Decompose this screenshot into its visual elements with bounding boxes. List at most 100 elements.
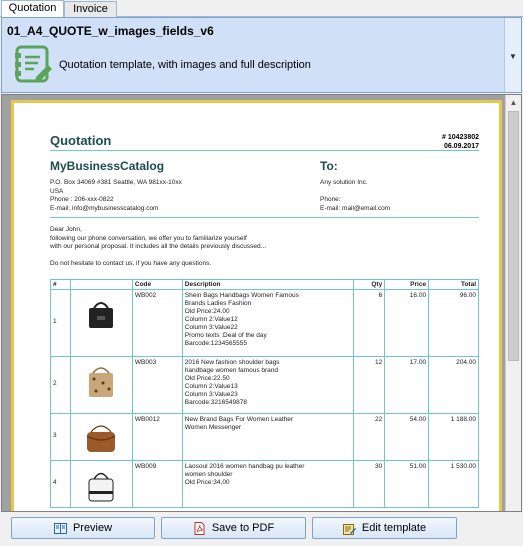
item-desc-line: Brands Ladies Fashion bbox=[184, 300, 252, 307]
save-pdf-button[interactable]: Save to PDF bbox=[161, 517, 306, 539]
item-code: WB002 bbox=[131, 289, 183, 357]
company-name: MyBusinessCatalog bbox=[50, 159, 165, 173]
template-description: Quotation template, with images and full… bbox=[59, 59, 311, 71]
scroll-up-icon[interactable]: ▲ bbox=[506, 95, 521, 110]
handbag-thumbnail bbox=[79, 465, 123, 505]
item-desc-line: Old Price:24.00 bbox=[184, 308, 230, 315]
client-phone: Phone: bbox=[320, 196, 341, 203]
dropdown-arrow-icon: ▼ bbox=[509, 52, 517, 61]
header-description: Description bbox=[181, 279, 355, 290]
company-address: P.O. Box 34069 #381 Seattle, WA 981xx-10… bbox=[50, 179, 182, 186]
item-desc-line: women shoulder bbox=[184, 471, 233, 478]
table-header-row: # Code Description Qty Price Total bbox=[50, 279, 479, 290]
item-desc-line: Barcode:3216549878 bbox=[184, 399, 247, 406]
item-desc-line: Promo texts :Deal of the day bbox=[184, 332, 267, 339]
template-selector[interactable]: 01_A4_QUOTE_w_images_fields_v6 Quotation… bbox=[1, 17, 522, 93]
handbag-thumbnail bbox=[79, 418, 123, 458]
company-email: E-mail: info@mybusinesscatalog.com bbox=[50, 204, 159, 212]
document-preview[interactable]: Quotation # 10423802 06.09.2017 MyBusine… bbox=[1, 94, 522, 512]
company-country: USA bbox=[50, 187, 64, 195]
item-image-cell bbox=[69, 356, 133, 414]
item-desc-line: Old Price:34,00 bbox=[184, 479, 230, 486]
item-desc-line: Laosoul 2016 women handbag pu leather bbox=[184, 463, 305, 470]
item-price: 17.00 bbox=[384, 356, 430, 414]
table-row: 1 WB002 Shein Bags Handbags Women Famous Br… bbox=[50, 289, 479, 357]
item-desc-line: New Brand Bags For Women Leather bbox=[184, 416, 294, 423]
template-name: 01_A4_QUOTE_w_images_fields_v6 bbox=[7, 24, 214, 38]
header-code: Code bbox=[131, 279, 183, 290]
item-desc-line: 2016 New fashion shoulder bags bbox=[184, 359, 280, 366]
save-pdf-label: Save to PDF bbox=[211, 522, 275, 534]
table-row: 3 WB0012 New Brand Bags For Women Leather W… bbox=[50, 413, 479, 461]
item-qty: 30 bbox=[353, 460, 386, 508]
item-qty: 12 bbox=[353, 356, 386, 414]
item-total: 204.00 bbox=[428, 356, 479, 414]
item-desc-line: Old Price:22.50 bbox=[184, 375, 230, 382]
divider bbox=[50, 150, 479, 151]
header-num: # bbox=[50, 279, 71, 290]
item-description: 2016 New fashion shoulder bags handbage w… bbox=[181, 356, 355, 414]
preview-button[interactable]: Preview bbox=[11, 517, 155, 539]
item-description: Laosoul 2016 women handbag pu leather wom… bbox=[181, 460, 355, 508]
edit-template-label: Edit template bbox=[361, 522, 427, 534]
item-total: 1 188.00 bbox=[428, 413, 479, 461]
client-email: E-mail: mail@email.com bbox=[320, 204, 391, 212]
item-qty: 6 bbox=[353, 289, 386, 357]
to-label: To: bbox=[320, 159, 338, 173]
action-bar: Preview Save to PDF Edit template bbox=[0, 512, 523, 546]
header-total: Total bbox=[428, 279, 479, 290]
handbag-thumbnail bbox=[79, 361, 123, 401]
item-image-cell bbox=[69, 413, 133, 461]
edit-template-icon bbox=[342, 522, 356, 535]
item-code: WB003 bbox=[131, 356, 183, 414]
document-title: Quotation bbox=[50, 133, 112, 148]
document-page: Quotation # 10423802 06.09.2017 MyBusine… bbox=[34, 103, 479, 511]
header-image bbox=[69, 279, 133, 290]
item-desc-line: Column 3:Value22 bbox=[184, 324, 238, 331]
preview-icon bbox=[53, 522, 67, 535]
divider bbox=[50, 217, 479, 218]
item-desc-line: Column 2:Value12 bbox=[184, 316, 238, 323]
vertical-scrollbar[interactable]: ▲ bbox=[505, 95, 521, 511]
item-total: 96.00 bbox=[428, 289, 479, 357]
item-description: New Brand Bags For Women Leather Women Me… bbox=[181, 413, 355, 461]
item-num: 3 bbox=[50, 413, 71, 461]
header-price: Price bbox=[384, 279, 430, 290]
item-desc-line: Column 2:Value13 bbox=[184, 383, 238, 390]
greeting: Dear John, bbox=[50, 226, 82, 233]
item-desc-line: Women Messenger bbox=[184, 424, 242, 431]
item-price: 51.00 bbox=[384, 460, 430, 508]
client-name: Any solution Inc. bbox=[320, 179, 368, 186]
item-description: Shein Bags Handbags Women Famous Brands L… bbox=[181, 289, 355, 357]
item-desc-line: Shein Bags Handbags Women Famous bbox=[184, 292, 299, 299]
scroll-thumb[interactable] bbox=[508, 111, 519, 361]
edit-template-button[interactable]: Edit template bbox=[312, 517, 457, 539]
pdf-icon bbox=[193, 521, 206, 535]
tab-bar: Quotation Invoice bbox=[0, 0, 523, 18]
document-number: # 10423802 bbox=[442, 134, 479, 141]
document-number-date: # 10423802 06.09.2017 bbox=[442, 133, 479, 151]
item-desc-line: Barcode:1234565555 bbox=[184, 340, 247, 347]
intro-line-1: following our phone conversation, we off… bbox=[50, 234, 247, 242]
items-body: 1 WB002 Shein Bags Handbags Women Famous Br… bbox=[50, 289, 479, 508]
intro-line-2: with our personal proposal. It includes … bbox=[50, 243, 267, 250]
item-price: 54.00 bbox=[384, 413, 430, 461]
page-frame: Quotation # 10423802 06.09.2017 MyBusine… bbox=[11, 100, 502, 511]
item-image-cell bbox=[69, 289, 133, 357]
closing-text: Do not hesitate to contact us, if you ha… bbox=[50, 260, 212, 267]
item-num: 1 bbox=[50, 289, 71, 357]
items-table: # Code Description Qty Price Total 1 WB00… bbox=[50, 279, 479, 508]
item-qty: 22 bbox=[353, 413, 386, 461]
item-total: 1 530.00 bbox=[428, 460, 479, 508]
tab-quotation[interactable]: Quotation bbox=[1, 0, 64, 18]
item-num: 2 bbox=[50, 356, 71, 414]
item-image-cell bbox=[69, 460, 133, 508]
template-dropdown-button[interactable]: ▼ bbox=[504, 18, 521, 92]
company-phone: Phone : 206-xxx-0822 bbox=[50, 196, 114, 203]
document-template-icon bbox=[14, 45, 54, 85]
handbag-thumbnail bbox=[79, 294, 123, 334]
preview-label: Preview bbox=[72, 522, 113, 534]
item-desc-line: handbage women famous brand bbox=[184, 367, 278, 374]
item-desc-line: Column 3:Value23 bbox=[184, 391, 238, 398]
tab-invoice[interactable]: Invoice bbox=[64, 1, 117, 17]
